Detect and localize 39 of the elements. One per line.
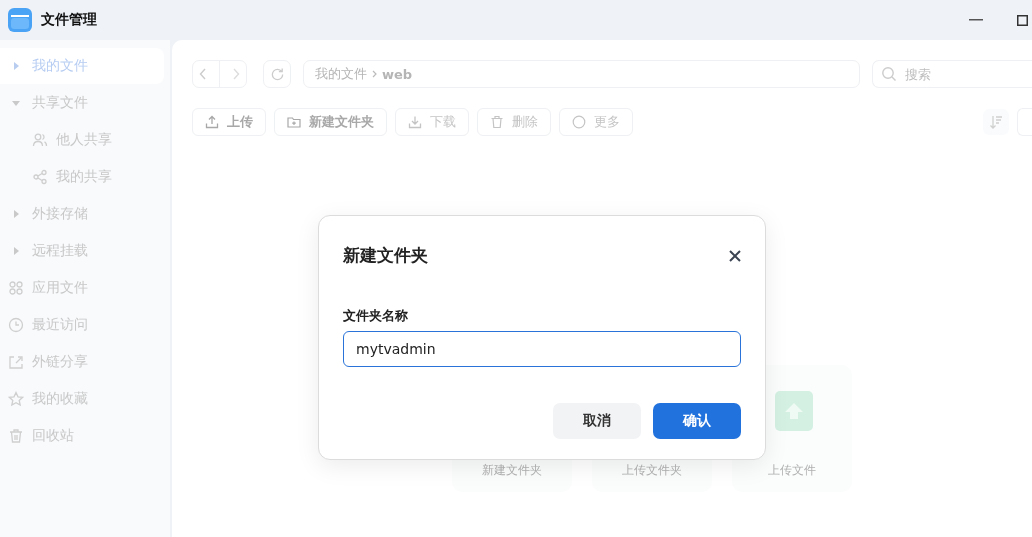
- search-icon: [881, 66, 897, 82]
- confirm-button[interactable]: 确认: [653, 403, 741, 439]
- window-title: 文件管理: [41, 11, 97, 29]
- forward-icon[interactable]: [232, 68, 240, 80]
- dialog-title: 新建文件夹: [343, 244, 428, 267]
- upload-file-icon: [775, 391, 813, 431]
- upload-icon: [205, 115, 219, 129]
- breadcrumb-item[interactable]: 我的文件: [315, 65, 367, 83]
- refresh-button[interactable]: [263, 60, 291, 88]
- more-icon: [572, 115, 586, 129]
- search-field[interactable]: 搜索: [872, 60, 1032, 88]
- field-label: 文件夹名称: [343, 307, 409, 325]
- apps-icon: [8, 280, 24, 296]
- folder-plus-icon: [287, 115, 301, 129]
- maximize-icon[interactable]: [1017, 14, 1028, 26]
- trash-icon: [490, 115, 504, 129]
- sidebar-item[interactable]: 我的文件: [0, 48, 164, 84]
- back-forward-buttons[interactable]: [192, 60, 247, 88]
- cancel-button[interactable]: 取消: [553, 403, 641, 439]
- close-icon[interactable]: [729, 249, 741, 262]
- back-icon[interactable]: [199, 68, 207, 80]
- input-field[interactable]: mytvadmin: [343, 331, 741, 367]
- refresh-icon: [269, 66, 285, 82]
- share-icon: [32, 169, 48, 185]
- clock-icon: [8, 317, 24, 333]
- people-icon: [32, 132, 48, 148]
- sort-icon: [989, 115, 1003, 129]
- minimize-icon[interactable]: [969, 19, 983, 21]
- share-out-icon: [8, 354, 24, 370]
- sort-button[interactable]: [983, 109, 1009, 135]
- chevron-icon: [372, 70, 377, 78]
- star-icon: [8, 391, 24, 407]
- download-icon: [408, 115, 422, 129]
- path-bar[interactable]: 我的文件 web: [303, 60, 860, 88]
- folder-app-icon: [8, 8, 32, 32]
- toolbar-button[interactable]: 新建文件夹: [274, 108, 387, 136]
- breadcrumb-item[interactable]: web: [382, 66, 413, 82]
- toolbar-button[interactable]: 上传: [192, 108, 266, 136]
- trash-icon: [8, 428, 24, 444]
